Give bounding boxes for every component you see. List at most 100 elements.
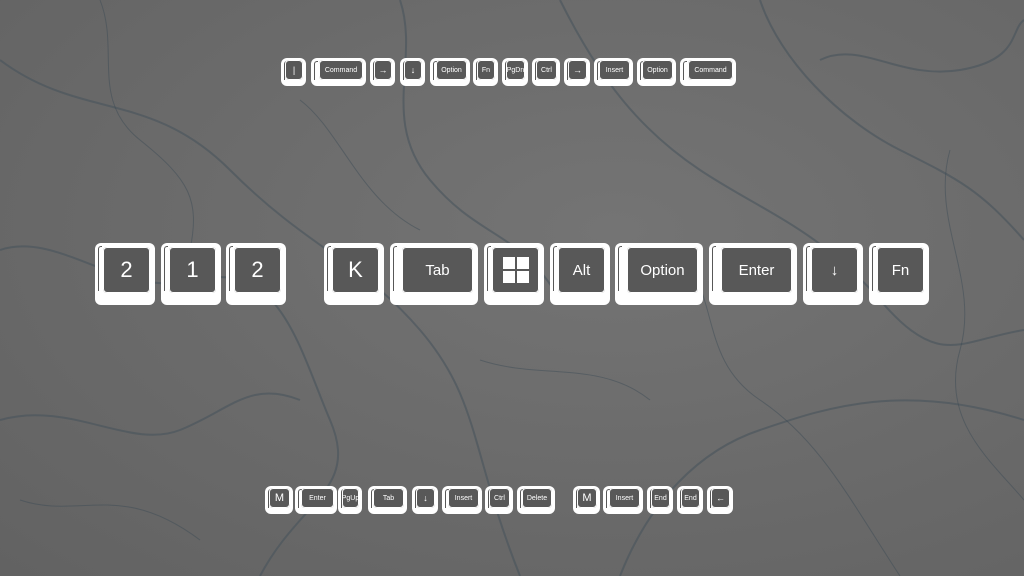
- key-face: Command: [319, 60, 363, 80]
- key-face: K: [332, 247, 379, 293]
- key-label: K: [348, 257, 363, 282]
- key-bottom-7: Delete: [517, 486, 555, 514]
- key-face: ↓: [404, 60, 422, 80]
- key-label: ↓: [410, 65, 416, 75]
- key-middle-9: ↓: [803, 243, 863, 305]
- key-top-8: →: [564, 58, 590, 86]
- key-label: Option: [441, 66, 462, 74]
- key-middle-1: 1: [161, 243, 221, 305]
- key-face: →: [374, 60, 392, 80]
- key-face: Option: [627, 247, 698, 293]
- key-face: PgDn: [506, 60, 525, 80]
- key-face: Option: [642, 60, 673, 80]
- key-top-2: →: [370, 58, 395, 86]
- key-face: 2: [103, 247, 150, 293]
- key-label: Ctrl: [494, 494, 505, 502]
- key-label: Enter: [309, 494, 326, 502]
- key-middle-3: K: [324, 243, 384, 305]
- key-label: Fn: [481, 66, 491, 74]
- key-label: PgUp: [341, 494, 360, 502]
- key-bottom-12: ←: [707, 486, 733, 514]
- key-label: Fn: [891, 261, 910, 279]
- key-top-6: PgDn: [502, 58, 528, 86]
- key-middle-4: Tab: [390, 243, 478, 305]
- key-face: Tab: [402, 247, 473, 293]
- key-face: ↓: [416, 488, 435, 508]
- key-face: Delete: [522, 488, 552, 508]
- key-bottom-1: Enter: [295, 486, 337, 514]
- key-label: Insert: [605, 66, 624, 74]
- key-face: Enter: [301, 488, 334, 508]
- key-label: Enter: [738, 261, 775, 279]
- key-label: Delete: [526, 494, 548, 502]
- key-label: M: [582, 492, 592, 504]
- key-top-1: Command: [311, 58, 366, 86]
- key-face: 2: [234, 247, 281, 293]
- key-label: Option: [640, 261, 685, 279]
- key-face: M: [577, 488, 597, 508]
- key-label: Ctrl: [541, 66, 552, 74]
- key-face: Option: [436, 60, 467, 80]
- key-bottom-0: M: [265, 486, 293, 514]
- key-top-7: Ctrl: [532, 58, 560, 86]
- key-face: ↓: [811, 247, 858, 293]
- key-middle-6: Alt: [550, 243, 610, 305]
- key-bottom-5: Insert: [442, 486, 482, 514]
- key-face: Command: [688, 60, 733, 80]
- key-face: Fn: [477, 60, 495, 80]
- key-label: →: [378, 65, 388, 75]
- key-top-0: |: [281, 58, 306, 86]
- key-bottom-3: Tab: [368, 486, 407, 514]
- key-label: ↓: [423, 493, 428, 503]
- key-top-10: Option: [637, 58, 676, 86]
- key-label: Tab: [425, 261, 450, 279]
- key-top-9: Insert: [594, 58, 633, 86]
- key-middle-10: Fn: [869, 243, 929, 305]
- key-middle-8: Enter: [709, 243, 797, 305]
- key-middle-2: 2: [226, 243, 286, 305]
- key-top-3: ↓: [400, 58, 425, 86]
- key-label: 2: [120, 257, 133, 282]
- key-face: Tab: [373, 488, 404, 508]
- key-face: Ctrl: [536, 60, 557, 80]
- key-label: ←: [716, 493, 725, 503]
- key-middle-7: Option: [615, 243, 703, 305]
- key-label: →: [573, 65, 582, 75]
- key-face: Ctrl: [489, 488, 510, 508]
- key-bottom-10: End: [647, 486, 673, 514]
- key-middle-5: [484, 243, 544, 305]
- key-label: Insert: [454, 494, 473, 502]
- key-face: End: [681, 488, 700, 508]
- key-face: Alt: [558, 247, 605, 293]
- key-face: 1: [169, 247, 216, 293]
- key-face: End: [651, 488, 670, 508]
- key-top-11: Command: [680, 58, 736, 86]
- key-bottom-2: PgUp: [338, 486, 362, 514]
- key-face: Insert: [448, 488, 479, 508]
- key-face: |: [285, 60, 303, 80]
- key-label: Option: [647, 66, 668, 74]
- key-face: PgUp: [342, 488, 359, 508]
- key-label: Command: [694, 66, 727, 74]
- key-face: Insert: [599, 60, 630, 80]
- key-face: M: [269, 488, 290, 508]
- key-label: Command: [324, 66, 358, 74]
- key-bottom-8: M: [573, 486, 600, 514]
- key-face: Fn: [877, 247, 924, 293]
- key-bottom-9: Insert: [603, 486, 643, 514]
- key-label: ↓: [830, 261, 839, 279]
- key-label: PgDn: [506, 66, 525, 74]
- key-bottom-4: ↓: [412, 486, 438, 514]
- key-label: |: [292, 65, 296, 75]
- key-face: [492, 247, 539, 293]
- key-label: Tab: [382, 494, 395, 502]
- key-face: →: [568, 60, 587, 80]
- key-face: Enter: [721, 247, 792, 293]
- key-top-4: Option: [430, 58, 470, 86]
- key-face: ←: [711, 488, 730, 508]
- key-face: Insert: [609, 488, 640, 508]
- key-label: M: [274, 492, 285, 504]
- key-bottom-11: End: [677, 486, 703, 514]
- key-label: 1: [186, 257, 199, 282]
- key-label: Insert: [615, 494, 634, 502]
